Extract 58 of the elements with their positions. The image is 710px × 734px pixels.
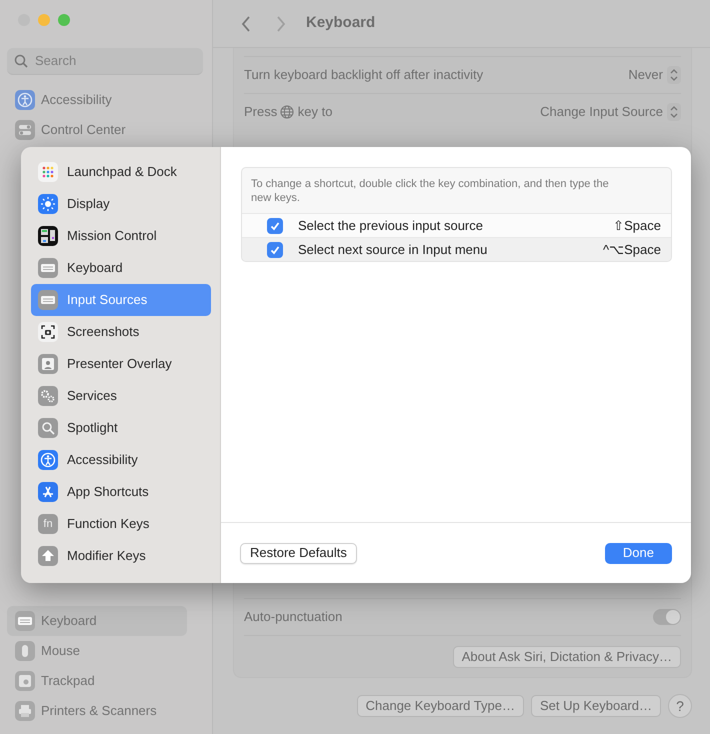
person-icon	[38, 354, 58, 374]
done-button[interactable]: Done	[604, 542, 672, 564]
category-item[interactable]: Display	[31, 188, 211, 220]
checkbox[interactable]	[267, 242, 283, 258]
keyboard-icon	[38, 258, 58, 278]
category-item[interactable]: Accessibility	[31, 444, 211, 476]
checkmark-icon	[270, 244, 280, 254]
shortcut-label: Select the previous input source	[298, 216, 484, 235]
keyboard-icon	[38, 290, 58, 310]
category-item[interactable]: Modifier Keys	[31, 540, 211, 572]
category-item[interactable]: Screenshots	[31, 316, 211, 348]
chevron-left-icon	[241, 16, 251, 32]
accessibility-icon	[38, 450, 58, 470]
search-input[interactable]: Search	[33, 50, 183, 72]
dot-grid-icon	[38, 162, 58, 182]
arrow-up-icon	[38, 546, 58, 566]
printer-icon	[15, 701, 35, 721]
setting-label: Press	[244, 103, 278, 122]
toggle-switch[interactable]	[653, 609, 681, 625]
screenshot-frame-icon	[38, 322, 58, 342]
gears-icon	[38, 386, 58, 406]
setting-label: key to	[298, 103, 332, 122]
shortcut-label: Select next source in Input menu	[298, 240, 488, 259]
search-icon	[38, 418, 58, 438]
stepper-icon	[667, 103, 681, 121]
stepper-icon	[667, 66, 681, 84]
windows-icon	[38, 226, 58, 246]
instruction-text: To change a shortcut, double click the key combination, and then type the new keys.	[250, 177, 610, 206]
chevron-right-icon	[276, 16, 286, 32]
category-item[interactable]: App Shortcuts	[31, 476, 211, 508]
minimize-button[interactable]	[38, 14, 50, 26]
checkbox[interactable]	[267, 218, 283, 234]
zoom-button[interactable]	[58, 14, 70, 26]
accessibility-icon	[15, 90, 35, 110]
mouse-icon	[15, 641, 35, 661]
category-item[interactable]: Presenter Overlay	[31, 348, 211, 380]
category-item[interactable]: fn Function Keys	[31, 508, 211, 540]
category-item[interactable]: Mission Control	[31, 220, 211, 252]
category-item[interactable]: Spotlight	[31, 412, 211, 444]
setting-label: Turn keyboard backlight off after inactivity	[244, 66, 484, 84]
search-icon	[14, 54, 28, 68]
category-item[interactable]: Launchpad & Dock	[31, 156, 211, 188]
app-store-icon	[38, 482, 58, 502]
restore-defaults-button[interactable]: Restore Defaults	[240, 542, 357, 564]
toggles-icon	[15, 120, 35, 140]
keyboard-icon	[15, 611, 35, 631]
shortcut-keys[interactable]: ^⌥Space	[603, 240, 661, 260]
category-item[interactable]: Services	[31, 380, 211, 412]
checkmark-icon	[270, 220, 280, 230]
setting-label: Auto-punctuation	[244, 608, 342, 626]
shortcut-keys[interactable]: ⇧Space	[613, 216, 661, 236]
sun-icon	[38, 194, 58, 214]
trackpad-icon	[15, 671, 35, 691]
fn-key-icon: fn	[38, 514, 58, 534]
category-item[interactable]: Keyboard	[31, 252, 211, 284]
globe-icon	[280, 105, 294, 119]
search-field[interactable]: Search	[7, 48, 203, 75]
window-title: Keyboard	[306, 13, 376, 34]
